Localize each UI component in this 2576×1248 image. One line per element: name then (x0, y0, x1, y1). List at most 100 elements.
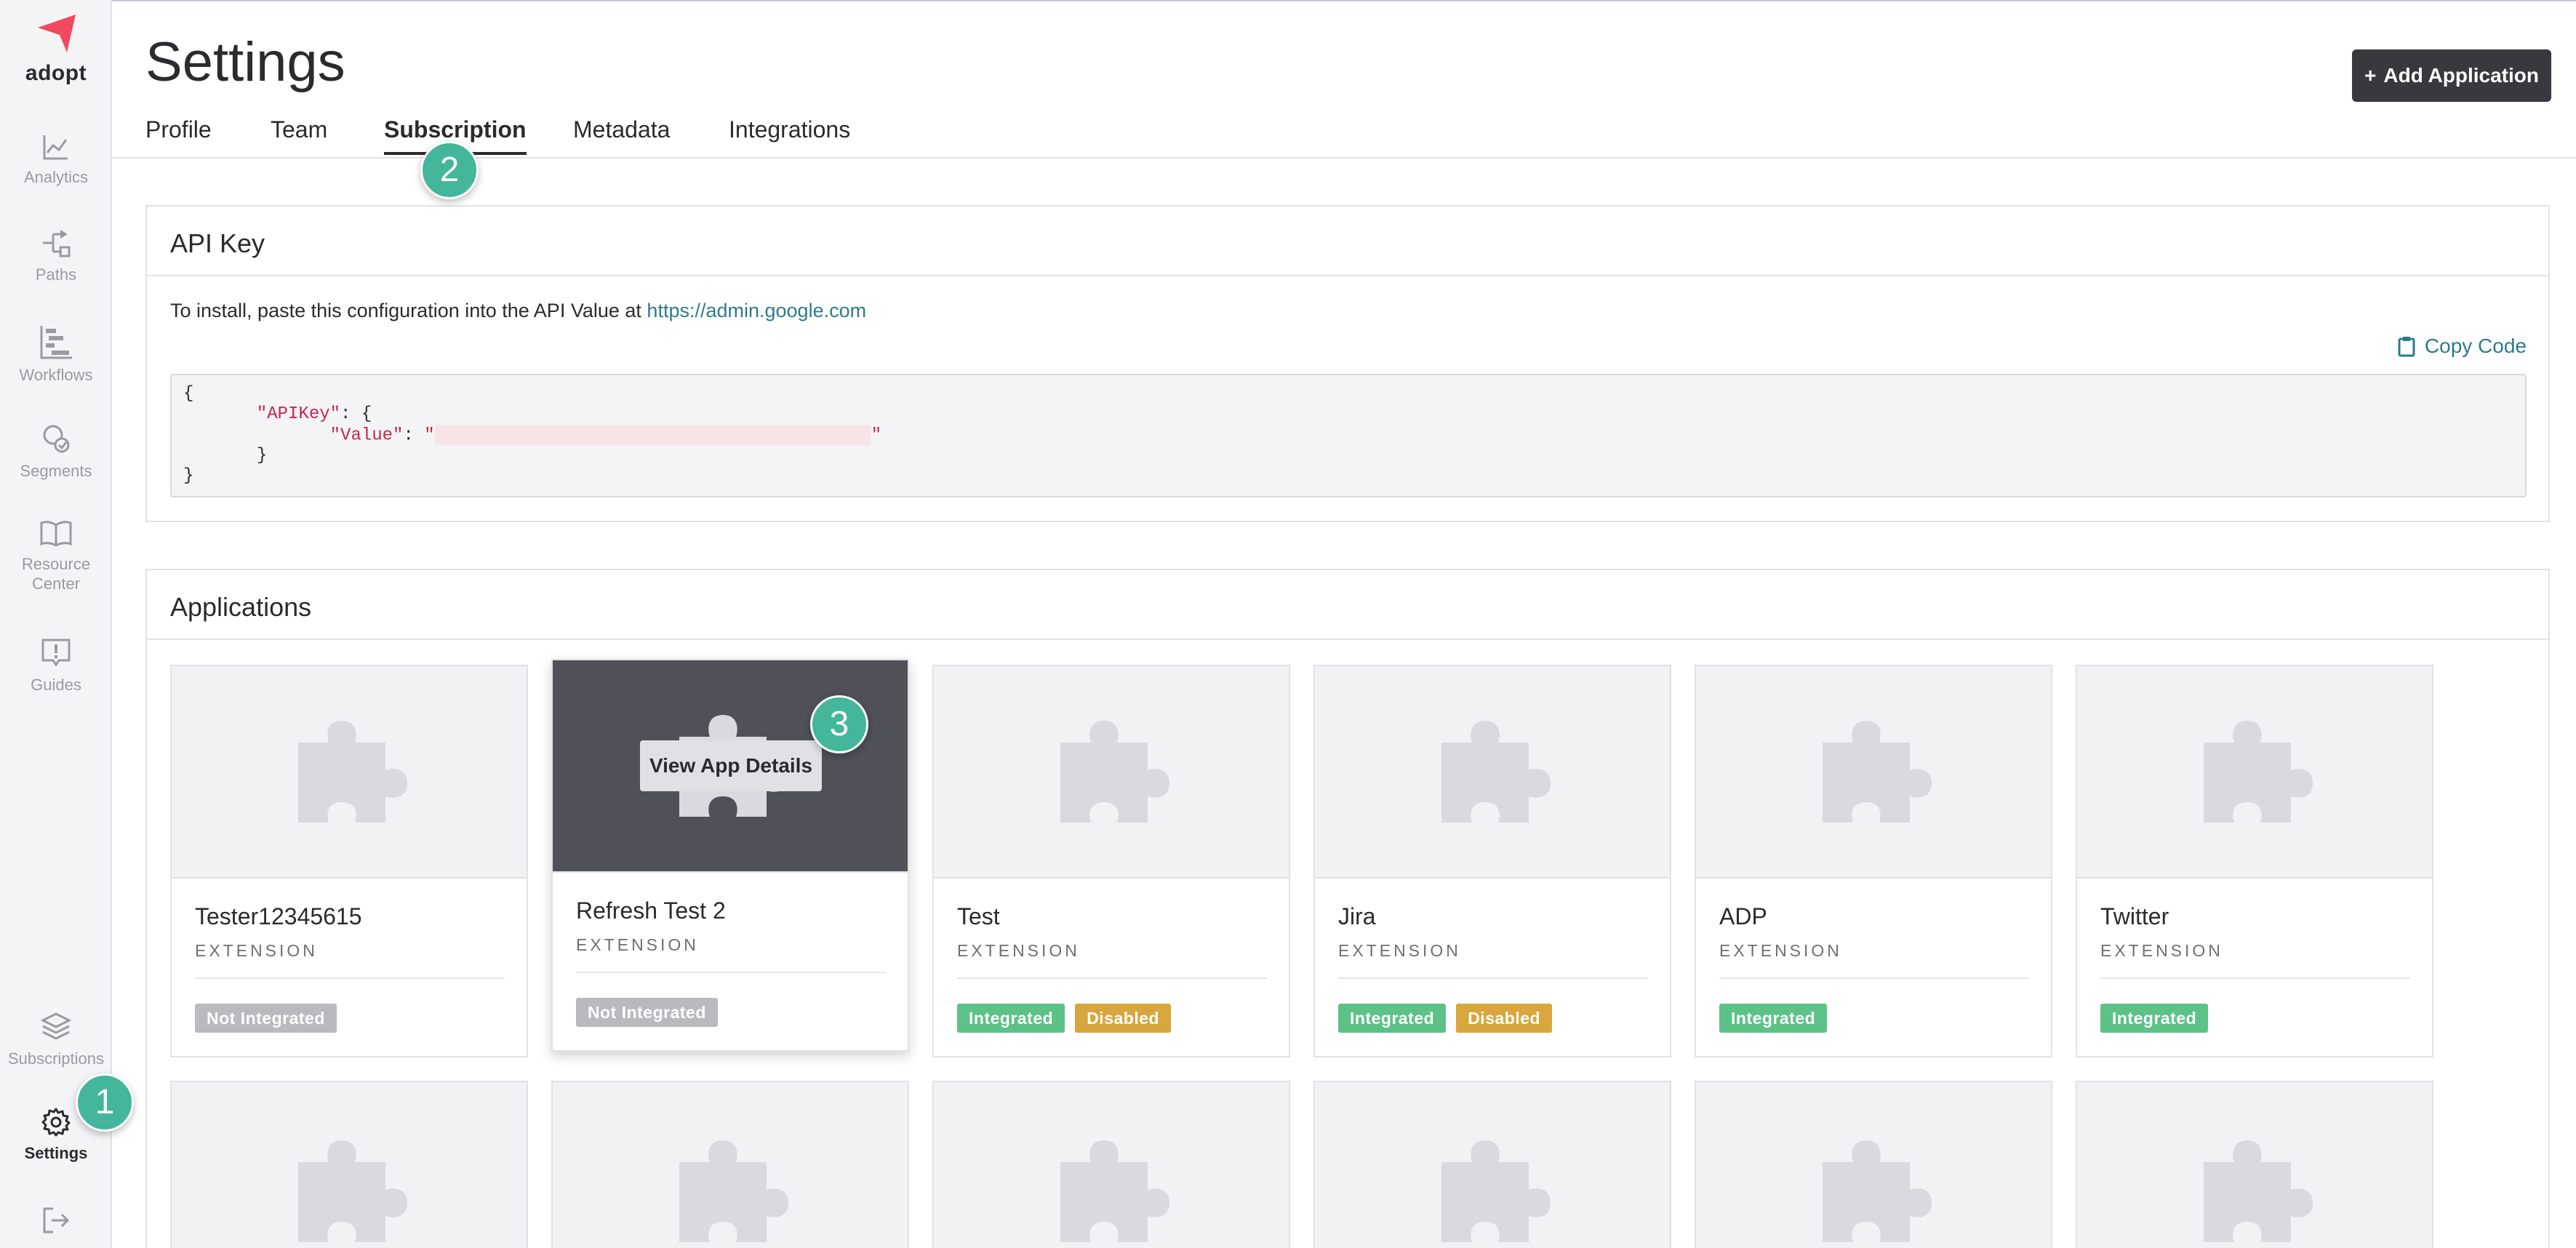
puzzle-icon (298, 1140, 407, 1242)
code-key: "Value" (329, 425, 404, 446)
status-badge: Not Integrated (195, 1004, 337, 1033)
view-app-details-button[interactable]: View App Details (640, 740, 822, 791)
workflows-icon (40, 326, 72, 359)
puzzle-icon (2204, 721, 2313, 823)
status-badges: Not Integrated (195, 1004, 337, 1033)
sidebar-item-resource-center[interactable]: Resource Center (0, 519, 112, 593)
card-divider (1719, 977, 2029, 979)
status-badges: Integrated (1719, 1004, 1828, 1033)
callout-badge: 2 (420, 141, 479, 199)
app-card[interactable] (1313, 1081, 1671, 1248)
sidebar-item-workflows[interactable]: Workflows (0, 324, 112, 385)
card-divider (2100, 977, 2410, 979)
sidebar-item-guides[interactable]: Guides (0, 637, 112, 695)
panel-title: Applications (147, 570, 2548, 640)
app-card-image[interactable] (934, 1082, 1289, 1248)
app-card[interactable]: Jira EXTENSION Integrated Disabled (1313, 665, 1671, 1057)
app-card[interactable]: Tester12345615 EXTENSION Not Integrated (170, 665, 528, 1057)
sidebar-item-segments[interactable]: Segments (0, 423, 112, 481)
app-card-image[interactable] (172, 1082, 527, 1248)
page-title: Settings (145, 31, 345, 93)
callout-badge: 3 (810, 695, 868, 753)
tab-integrations[interactable]: Integrations (729, 116, 850, 143)
app-card-image[interactable] (934, 666, 1289, 879)
status-badge: Integrated (957, 1004, 1065, 1033)
brand-logo[interactable]: adopt (0, 10, 112, 86)
app-type: EXTENSION (1338, 941, 1461, 960)
app-card[interactable]: Test EXTENSION Integrated Disabled (932, 665, 1290, 1057)
app-card[interactable] (932, 1081, 1290, 1248)
tabs-divider (112, 157, 2576, 159)
sidebar-item-label: Settings (24, 1144, 88, 1162)
puzzle-icon (1060, 721, 1169, 823)
sidebar-item-label: Segments (20, 462, 92, 480)
app-card[interactable] (2076, 1081, 2433, 1248)
app-name: Tester12345615 (195, 903, 362, 929)
copy-code-button[interactable]: Copy Code (2397, 335, 2527, 358)
status-badges: Integrated Disabled (1338, 1004, 1553, 1033)
app-card[interactable] (1695, 1081, 2052, 1248)
app-card-image[interactable] (172, 666, 527, 879)
config-code-block[interactable]: { "APIKey": { "Value": " " } } (170, 374, 2527, 497)
status-badge: Disabled (1456, 1004, 1553, 1033)
code-brace: { (183, 384, 194, 404)
app-name: Test (957, 903, 1000, 929)
analytics-icon (43, 135, 68, 160)
app-card-image[interactable] (553, 1082, 908, 1248)
app-name: Twitter (2100, 903, 2169, 929)
copy-code-label: Copy Code (2424, 335, 2527, 357)
card-divider (957, 977, 1267, 979)
puzzle-icon (1060, 1140, 1169, 1242)
app-card-image[interactable] (1315, 666, 1670, 879)
status-badge: Disabled (1075, 1004, 1172, 1033)
sidebar-item-paths[interactable]: Paths (0, 227, 112, 284)
sidebar-item-label: Workflows (19, 366, 93, 384)
app-card-image[interactable] (1696, 666, 2051, 879)
puzzle-icon (1823, 1140, 1932, 1242)
status-badges: Integrated Disabled (957, 1004, 1172, 1033)
status-badges: Not Integrated (576, 998, 718, 1027)
code-key: "APIKey" (256, 404, 341, 424)
app-type: EXTENSION (957, 941, 1080, 960)
card-divider (1338, 977, 1648, 979)
adopt-logo-icon (38, 15, 76, 52)
sidebar-item-analytics[interactable]: Analytics (0, 132, 112, 187)
tab-profile[interactable]: Profile (145, 116, 212, 143)
sidebar: adopt Analytics Paths Workflows Segments… (0, 0, 112, 1248)
sidebar-item-subscriptions[interactable]: Subscriptions (0, 1011, 112, 1068)
app-name: ADP (1719, 903, 1767, 929)
puzzle-icon (1441, 721, 1551, 823)
install-instructions: To install, paste this configuration int… (170, 300, 866, 322)
tab-team[interactable]: Team (271, 116, 327, 143)
sidebar-item-label: Resource Center (21, 555, 91, 593)
logout-button[interactable] (0, 1206, 112, 1241)
redacted-api-key (434, 425, 871, 445)
tab-metadata[interactable]: Metadata (573, 116, 670, 143)
puzzle-icon (1441, 1140, 1551, 1242)
admin-link[interactable]: https://admin.google.com (647, 300, 866, 321)
sidebar-item-label: Guides (31, 676, 81, 694)
app-card-image[interactable] (1696, 1082, 2051, 1248)
app-card[interactable] (170, 1081, 528, 1248)
guides-icon (41, 639, 71, 667)
gear-icon (41, 1108, 71, 1137)
logout-icon (43, 1207, 70, 1233)
app-type: EXTENSION (2100, 941, 2223, 960)
puzzle-icon (679, 1140, 788, 1242)
app-card[interactable]: Twitter EXTENSION Integrated (2076, 665, 2433, 1057)
app-type: EXTENSION (576, 935, 699, 954)
add-application-button[interactable]: + Add Application (2352, 49, 2551, 102)
app-name: Jira (1338, 903, 1376, 929)
sidebar-item-label: Subscriptions (7, 1049, 105, 1068)
app-card-image[interactable] (1315, 1082, 1670, 1248)
app-card-image[interactable] (2077, 666, 2432, 879)
segments-icon (43, 425, 70, 453)
status-badge: Integrated (1338, 1004, 1447, 1033)
app-card-image[interactable] (2077, 1082, 2432, 1248)
app-card[interactable] (551, 1081, 909, 1248)
status-badges: Integrated (2100, 1004, 2209, 1033)
api-key-panel: API Key To install, paste this configura… (145, 205, 2550, 522)
clipboard-icon (2398, 337, 2415, 357)
app-card[interactable]: ADP EXTENSION Integrated (1695, 665, 2052, 1057)
top-border (0, 0, 2576, 1)
